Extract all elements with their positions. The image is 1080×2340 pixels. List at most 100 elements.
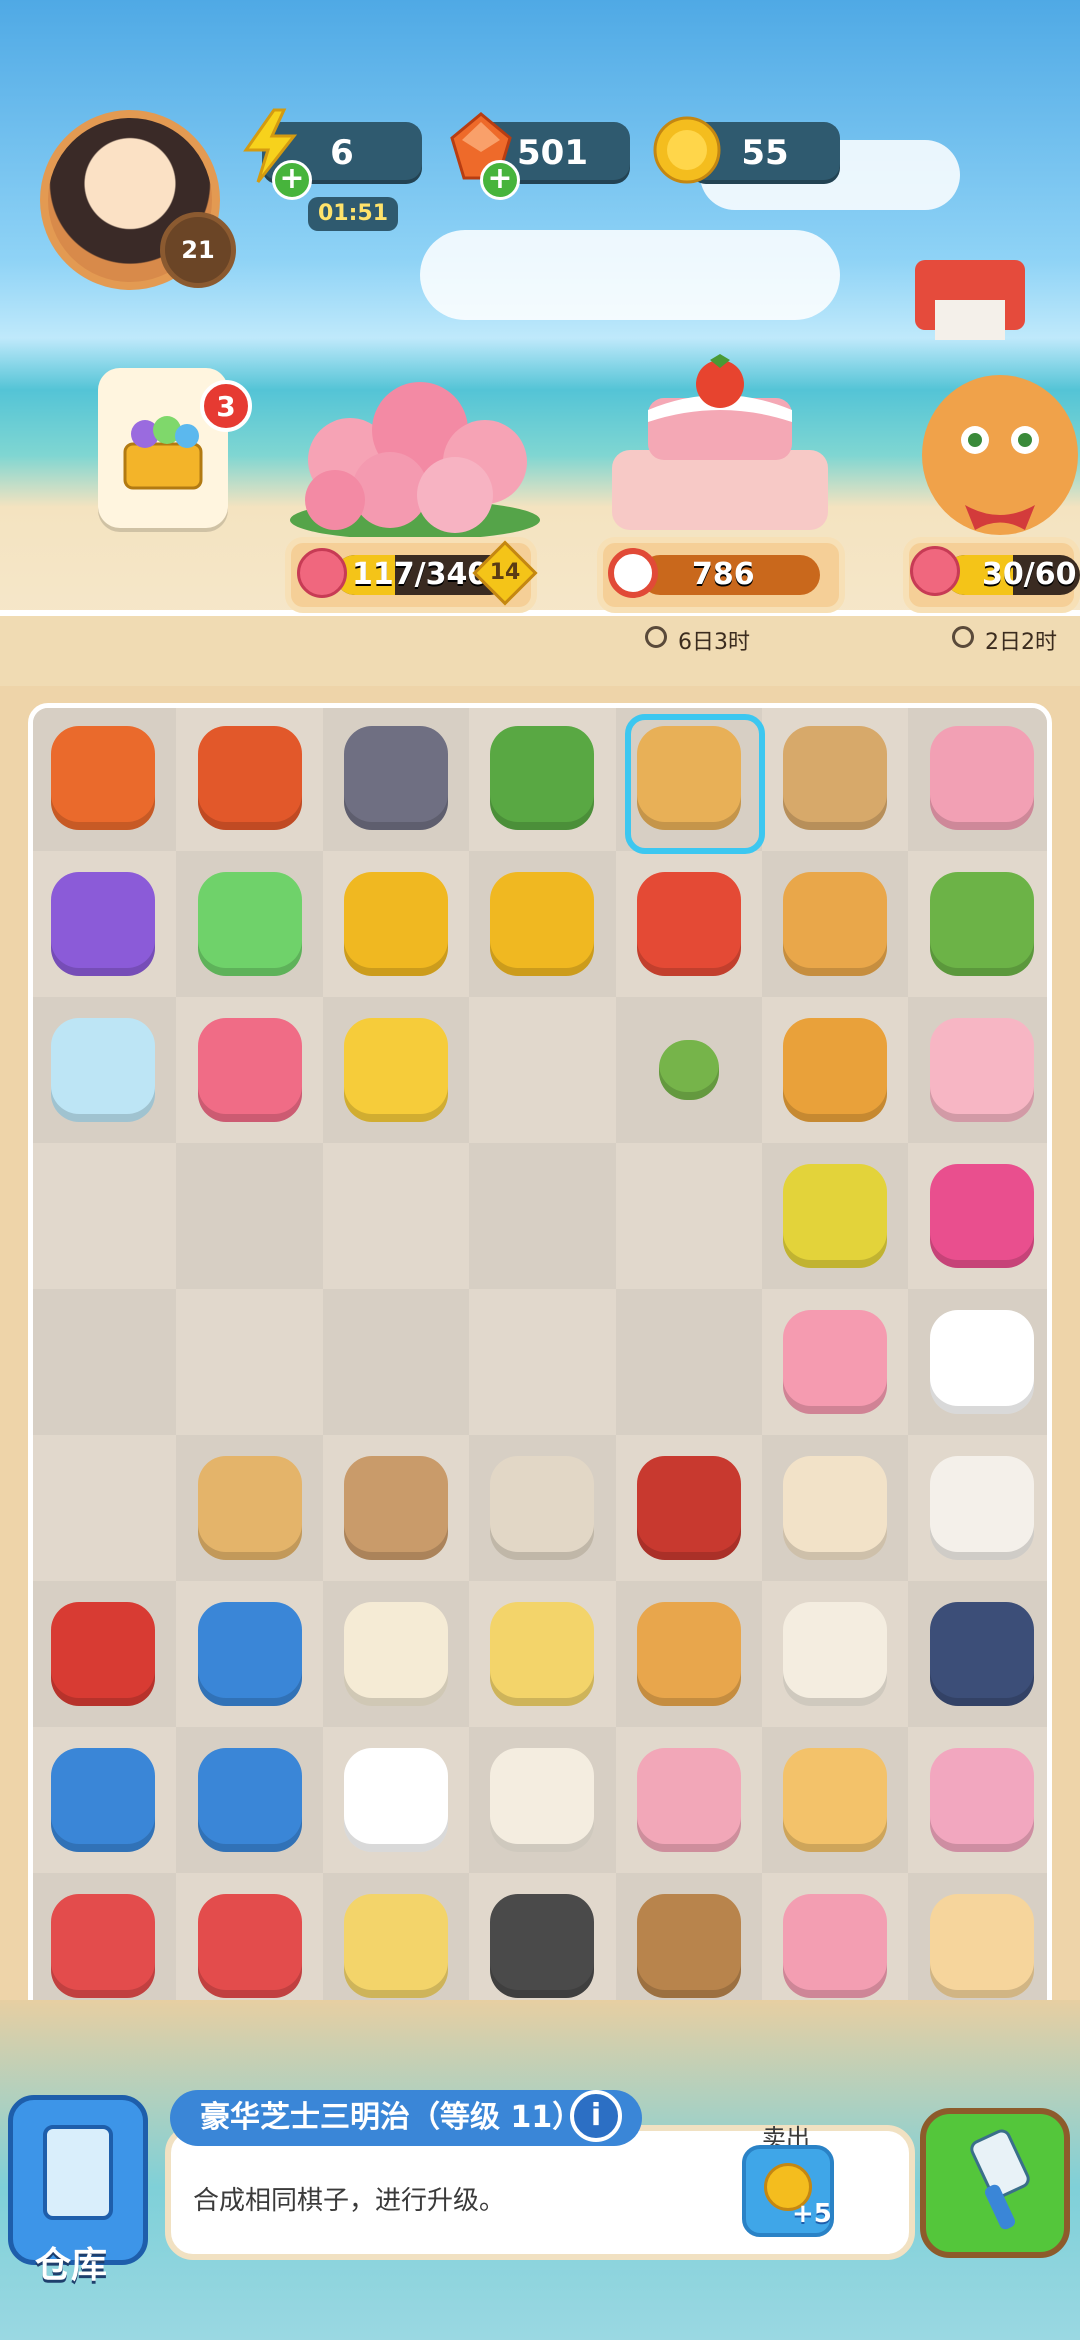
board-cell[interactable] xyxy=(176,708,323,851)
board-cell[interactable] xyxy=(33,708,177,851)
oyster-plate-icon[interactable] xyxy=(490,1893,595,1998)
orca-toy-icon[interactable] xyxy=(929,1601,1034,1706)
bread-rolls-icon[interactable] xyxy=(636,1601,741,1706)
popcorn-tray-icon[interactable] xyxy=(490,1601,595,1706)
board-cell[interactable] xyxy=(908,850,1047,997)
board-cell[interactable] xyxy=(469,1142,616,1289)
rock-icon[interactable] xyxy=(343,725,448,830)
board-cell[interactable] xyxy=(615,1288,762,1435)
board-cell[interactable] xyxy=(908,1726,1047,1873)
ice-cream-cone-icon[interactable] xyxy=(783,1601,888,1706)
board-cell[interactable] xyxy=(322,850,470,997)
coffee-machine-icon[interactable] xyxy=(51,1893,156,1998)
board-cell[interactable] xyxy=(176,996,323,1143)
mango-icon[interactable] xyxy=(783,1163,888,1268)
add-energy-icon[interactable]: + xyxy=(272,160,312,200)
cherry-cone-icon[interactable] xyxy=(783,1747,888,1852)
board-cell[interactable] xyxy=(762,1434,909,1581)
board-cell[interactable] xyxy=(33,1872,177,2016)
board-cell[interactable] xyxy=(615,1726,762,1873)
add-gem-icon[interactable]: + xyxy=(480,160,520,200)
vegetable-basket-icon[interactable] xyxy=(51,1747,156,1852)
board-cell[interactable] xyxy=(322,1142,470,1289)
board-cell[interactable] xyxy=(322,1726,470,1873)
board-cell[interactable] xyxy=(615,1580,762,1727)
coin-pile-icon[interactable] xyxy=(490,871,595,976)
fruit-basket-icon[interactable] xyxy=(783,871,888,976)
board-cell[interactable] xyxy=(33,1288,177,1435)
popcorn-bucket-icon[interactable] xyxy=(343,1893,448,1998)
cleanup-brush-button[interactable] xyxy=(920,2108,1070,2258)
board-cell[interactable] xyxy=(322,1434,470,1581)
board-cell[interactable] xyxy=(176,1288,323,1435)
board-cell[interactable] xyxy=(762,708,909,851)
ice-cube-icon[interactable] xyxy=(51,1017,156,1122)
board-cell[interactable] xyxy=(176,1726,323,1873)
board-cell[interactable] xyxy=(469,1434,616,1581)
board-cell[interactable] xyxy=(469,1580,616,1727)
seashell-icon[interactable] xyxy=(783,1455,888,1560)
board-cell[interactable] xyxy=(908,1580,1047,1727)
board-cell[interactable] xyxy=(908,1434,1047,1581)
board-cell[interactable] xyxy=(908,1142,1047,1289)
order-cake[interactable] xyxy=(600,350,840,540)
dolphin-toy-icon[interactable] xyxy=(929,1747,1034,1852)
milk-carton-icon[interactable] xyxy=(929,1309,1034,1414)
steamed-bun-icon[interactable] xyxy=(343,1601,448,1706)
pearl-shell-icon[interactable] xyxy=(783,1309,888,1414)
board-cell[interactable] xyxy=(908,708,1047,851)
piping-bag-icon[interactable] xyxy=(929,1455,1034,1560)
board-cell[interactable] xyxy=(908,1872,1047,2016)
board-cell[interactable] xyxy=(322,708,470,851)
energy-potion-purple-icon[interactable] xyxy=(51,871,156,976)
board-cell[interactable] xyxy=(615,850,762,997)
sprout-icon[interactable] xyxy=(658,1039,719,1100)
info-icon[interactable]: i xyxy=(570,2090,622,2142)
coffee-mug-icon[interactable] xyxy=(343,1747,448,1852)
tea-cup-icon[interactable] xyxy=(197,1455,302,1560)
board-cell[interactable] xyxy=(176,1872,323,2016)
board-cell[interactable] xyxy=(615,1142,762,1289)
latte-icon[interactable] xyxy=(490,1747,595,1852)
board-cell[interactable] xyxy=(615,1872,762,2016)
board-cell[interactable] xyxy=(33,850,177,997)
palm-sapling-icon[interactable] xyxy=(490,725,595,830)
coffee-cup-icon[interactable] xyxy=(343,1455,448,1560)
board-cell[interactable] xyxy=(322,996,470,1143)
grocery-bag-icon[interactable] xyxy=(783,725,888,830)
balloon-icon[interactable] xyxy=(197,1017,302,1122)
board-cell[interactable] xyxy=(762,1142,909,1289)
orange-tree-icon[interactable] xyxy=(929,871,1034,976)
board-cell[interactable] xyxy=(33,1580,177,1727)
board-cell[interactable] xyxy=(322,1872,470,2016)
board-cell[interactable] xyxy=(469,1872,616,2016)
pearl-shell-deco-icon[interactable] xyxy=(929,1017,1034,1122)
board-cell[interactable] xyxy=(762,1288,909,1435)
sell-button[interactable]: +5 xyxy=(742,2145,834,2237)
board-cell[interactable] xyxy=(762,1726,909,1873)
board-cell[interactable] xyxy=(469,708,616,851)
butter-chunks-icon[interactable] xyxy=(343,1017,448,1122)
coffee-machine-icon[interactable] xyxy=(197,1893,302,1998)
mini-fridge-icon[interactable] xyxy=(197,1601,302,1706)
order-rose-bouquet[interactable] xyxy=(280,350,550,540)
gem-pile-icon[interactable] xyxy=(51,725,156,830)
fruit-bowl-icon[interactable] xyxy=(783,1017,888,1122)
order-cat-shop[interactable] xyxy=(905,250,1080,540)
board-cell[interactable] xyxy=(469,1288,616,1435)
iced-coffee-icon[interactable] xyxy=(490,1455,595,1560)
cherry-parfait-icon[interactable] xyxy=(783,1893,888,1998)
cooking-pot-icon[interactable] xyxy=(51,1601,156,1706)
board-cell[interactable] xyxy=(908,996,1047,1143)
board-cell[interactable] xyxy=(322,1288,470,1435)
board-cell[interactable] xyxy=(33,1142,177,1289)
board-cell[interactable] xyxy=(33,1434,177,1581)
sundae-cup-icon[interactable] xyxy=(636,1747,741,1852)
necklace-icon[interactable] xyxy=(929,725,1034,830)
board-cell[interactable] xyxy=(615,996,762,1143)
board-cell[interactable] xyxy=(762,1580,909,1727)
board-cell[interactable] xyxy=(322,1580,470,1727)
espresso-pod-icon[interactable] xyxy=(636,1455,741,1560)
board-cell[interactable] xyxy=(33,1726,177,1873)
coin-stack-icon[interactable] xyxy=(343,871,448,976)
